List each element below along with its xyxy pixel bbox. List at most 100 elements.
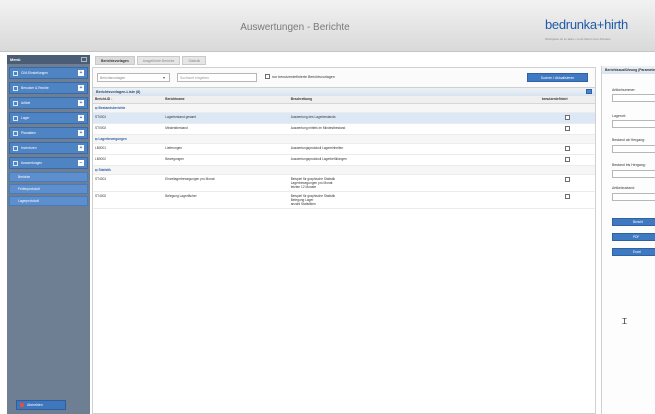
sidebar-item-auswertungen[interactable]: Auswertungen −: [9, 157, 88, 169]
sidebar-subitem-lagerprotokoll[interactable]: Lagerprotokoll: [9, 196, 88, 206]
tab-bar: Berichtsvorlagen Ausgeführte Berichte St…: [92, 55, 596, 65]
article-number-field[interactable]: [612, 94, 655, 102]
sidebar-item-cim-einstellungen[interactable]: CIM-Einstellungen +: [9, 67, 88, 79]
article-state-field[interactable]: [612, 193, 655, 201]
report-list-title: Berichtsvorlagen-Liste (8): [93, 88, 595, 96]
report-table: Bericht-ID ↓ Berichtname Beschreibung be…: [93, 96, 595, 209]
column-header-id[interactable]: Bericht-ID ↓: [93, 96, 164, 104]
cell-description: Beispiel für graphische Statistik Belegu…: [288, 191, 540, 209]
expand-icon[interactable]: +: [78, 115, 84, 121]
collapse-sidebar-icon[interactable]: [81, 57, 87, 62]
sidebar: Menü CIM-Einstellungen + Benutzer & Rech…: [7, 55, 90, 414]
storage-location-label: Lagerort:: [612, 114, 627, 118]
cell-custom: [539, 112, 595, 124]
table-row[interactable]: LB0001 Lieferungen Auswertungsprotokoll La…: [93, 143, 595, 155]
expand-icon[interactable]: +: [78, 70, 84, 76]
group-label: ⊟ Lagerbewegungen: [93, 134, 595, 144]
sidebar-item-label: Benutzer & Rechte: [21, 86, 49, 90]
table-group-row[interactable]: ⊟ Lagerbewegungen: [93, 134, 595, 144]
table-row[interactable]: ST0002 Mindestbestand Auswertung mittels i…: [93, 123, 595, 135]
table-group-row[interactable]: ⊟ Bestandsberichte: [93, 103, 595, 113]
cell-report-id: ST0001: [93, 112, 164, 124]
cell-report-id: ST4002: [93, 191, 164, 209]
sidebar-item-label: CIM-Einstellungen: [21, 71, 48, 75]
report-type-value: Berichtsvorlagen: [100, 76, 126, 80]
pdf-button[interactable]: PDF: [612, 233, 655, 241]
sidebar-item-benutzer-rechte[interactable]: Benutzer & Rechte +: [9, 82, 88, 94]
expand-icon[interactable]: +: [78, 100, 84, 106]
tab-ausgefuehrte-berichte[interactable]: Ausgeführte Berichte: [136, 56, 181, 65]
sidebar-subitem-label: Berichte: [18, 175, 31, 179]
tab-berichtsvorlagen[interactable]: Berichtsvorlagen: [95, 56, 135, 65]
users-icon: [13, 85, 18, 91]
table-row[interactable]: LB0002 Bewegungen Auswertungsprotokoll Lag…: [93, 154, 595, 166]
custom-checkbox[interactable]: [564, 176, 570, 182]
column-header-description[interactable]: Beschreibung: [288, 96, 540, 104]
chevron-down-icon: ▾: [163, 75, 166, 80]
chart-icon: [13, 160, 18, 166]
custom-only-filter[interactable]: nur benutzerdefinierte Berichtsvorlagen: [265, 74, 335, 79]
search-input[interactable]: Suchwort eingeben: [177, 73, 257, 82]
sidebar-item-artikel[interactable]: Artikel +: [9, 97, 88, 109]
page-title: Auswertungen - Berichte: [240, 22, 350, 33]
expand-icon[interactable]: +: [78, 145, 84, 151]
report-list-title-text: Berichtsvorlagen-Liste (8): [96, 90, 141, 94]
sidebar-item-label: Plandaten: [21, 131, 36, 135]
cell-custom: [539, 123, 595, 135]
collapse-icon[interactable]: −: [78, 160, 84, 166]
sidebar-subitem-berichte[interactable]: Berichte: [9, 172, 88, 182]
report-list-panel: Berichtsvorlagen-Liste (8) Bericht-ID ↓ …: [92, 87, 596, 414]
cell-report-id: ST4001: [93, 174, 164, 192]
column-header-custom[interactable]: benutzerdefiniert: [539, 96, 595, 104]
sidebar-item-label: Auswertungen: [21, 161, 43, 165]
text-cursor-icon: Ꮖ: [622, 317, 628, 326]
parameter-panel: Berichtsausführung (Parameter) Artikelnu…: [601, 66, 655, 414]
run-report-button[interactable]: Bericht: [612, 218, 655, 226]
expand-icon[interactable]: +: [78, 85, 84, 91]
cell-description: Auswertung mittels im Mindestbestand: [288, 123, 540, 135]
custom-only-checkbox[interactable]: [265, 74, 270, 79]
expand-icon[interactable]: +: [78, 130, 84, 136]
table-group-row[interactable]: ⊟ Statistik: [93, 165, 595, 175]
main-content: Berichtsvorlagen Ausgeführte Berichte St…: [92, 55, 596, 414]
article-number-label: Artikelnummer:: [612, 88, 636, 92]
group-label: ⊟ Bestandsberichte: [93, 103, 595, 113]
excel-button[interactable]: Excel: [612, 248, 655, 256]
custom-checkbox[interactable]: [564, 114, 570, 120]
cell-report-name: Einzellagerbewegungen pro Monat: [163, 174, 289, 192]
stock-from-field[interactable]: [612, 145, 655, 153]
custom-checkbox[interactable]: [564, 125, 570, 131]
custom-checkbox[interactable]: [564, 156, 570, 162]
cell-report-name: Bewegungen: [163, 154, 289, 166]
export-icon[interactable]: [586, 89, 592, 94]
tab-statistik[interactable]: Statistik: [182, 56, 207, 65]
sidebar-subitem-fehlerprotokoll[interactable]: Fehlerprotokoll: [9, 184, 88, 194]
sidebar-item-label: Inventuren: [21, 146, 37, 150]
storage-location-field[interactable]: [612, 120, 655, 128]
logout-button[interactable]: Abmelden: [16, 400, 66, 410]
search-refresh-button[interactable]: Suchen / Aktualisieren: [527, 73, 588, 82]
stock-from-label: Bestand ab Hergang:: [612, 138, 646, 142]
group-label: ⊟ Statistik: [93, 165, 595, 175]
custom-checkbox[interactable]: [564, 145, 570, 151]
cell-custom: [539, 154, 595, 166]
stock-to-field[interactable]: [612, 170, 655, 178]
sidebar-item-inventuren[interactable]: Inventuren +: [9, 142, 88, 154]
cell-report-id: ST0002: [93, 123, 164, 135]
custom-checkbox[interactable]: [564, 193, 570, 199]
cell-custom: [539, 174, 595, 192]
table-row[interactable]: ST4002 Belegung Lagerfächer Beispiel für g…: [93, 191, 595, 209]
table-header-row: Bericht-ID ↓ Berichtname Beschreibung be…: [93, 96, 595, 104]
table-row[interactable]: ST0001 Lagerbestand gesamt Auswertung des …: [93, 112, 595, 124]
report-type-select[interactable]: Berichtsvorlagen ▾: [97, 73, 170, 82]
sidebar-item-plandaten[interactable]: Plandaten +: [9, 127, 88, 139]
cell-report-name: Lieferungen: [163, 143, 289, 155]
logout-icon: [20, 403, 24, 407]
cell-custom: [539, 191, 595, 209]
article-state-label: Artikelzustand:: [612, 186, 635, 190]
column-header-name[interactable]: Berichtname: [163, 96, 289, 104]
cell-report-id: LB0001: [93, 143, 164, 155]
table-row[interactable]: ST4001 Einzellagerbewegungen pro Monat Bei…: [93, 174, 595, 192]
logout-label: Abmelden: [27, 403, 43, 407]
sidebar-item-lager[interactable]: Lager +: [9, 112, 88, 124]
